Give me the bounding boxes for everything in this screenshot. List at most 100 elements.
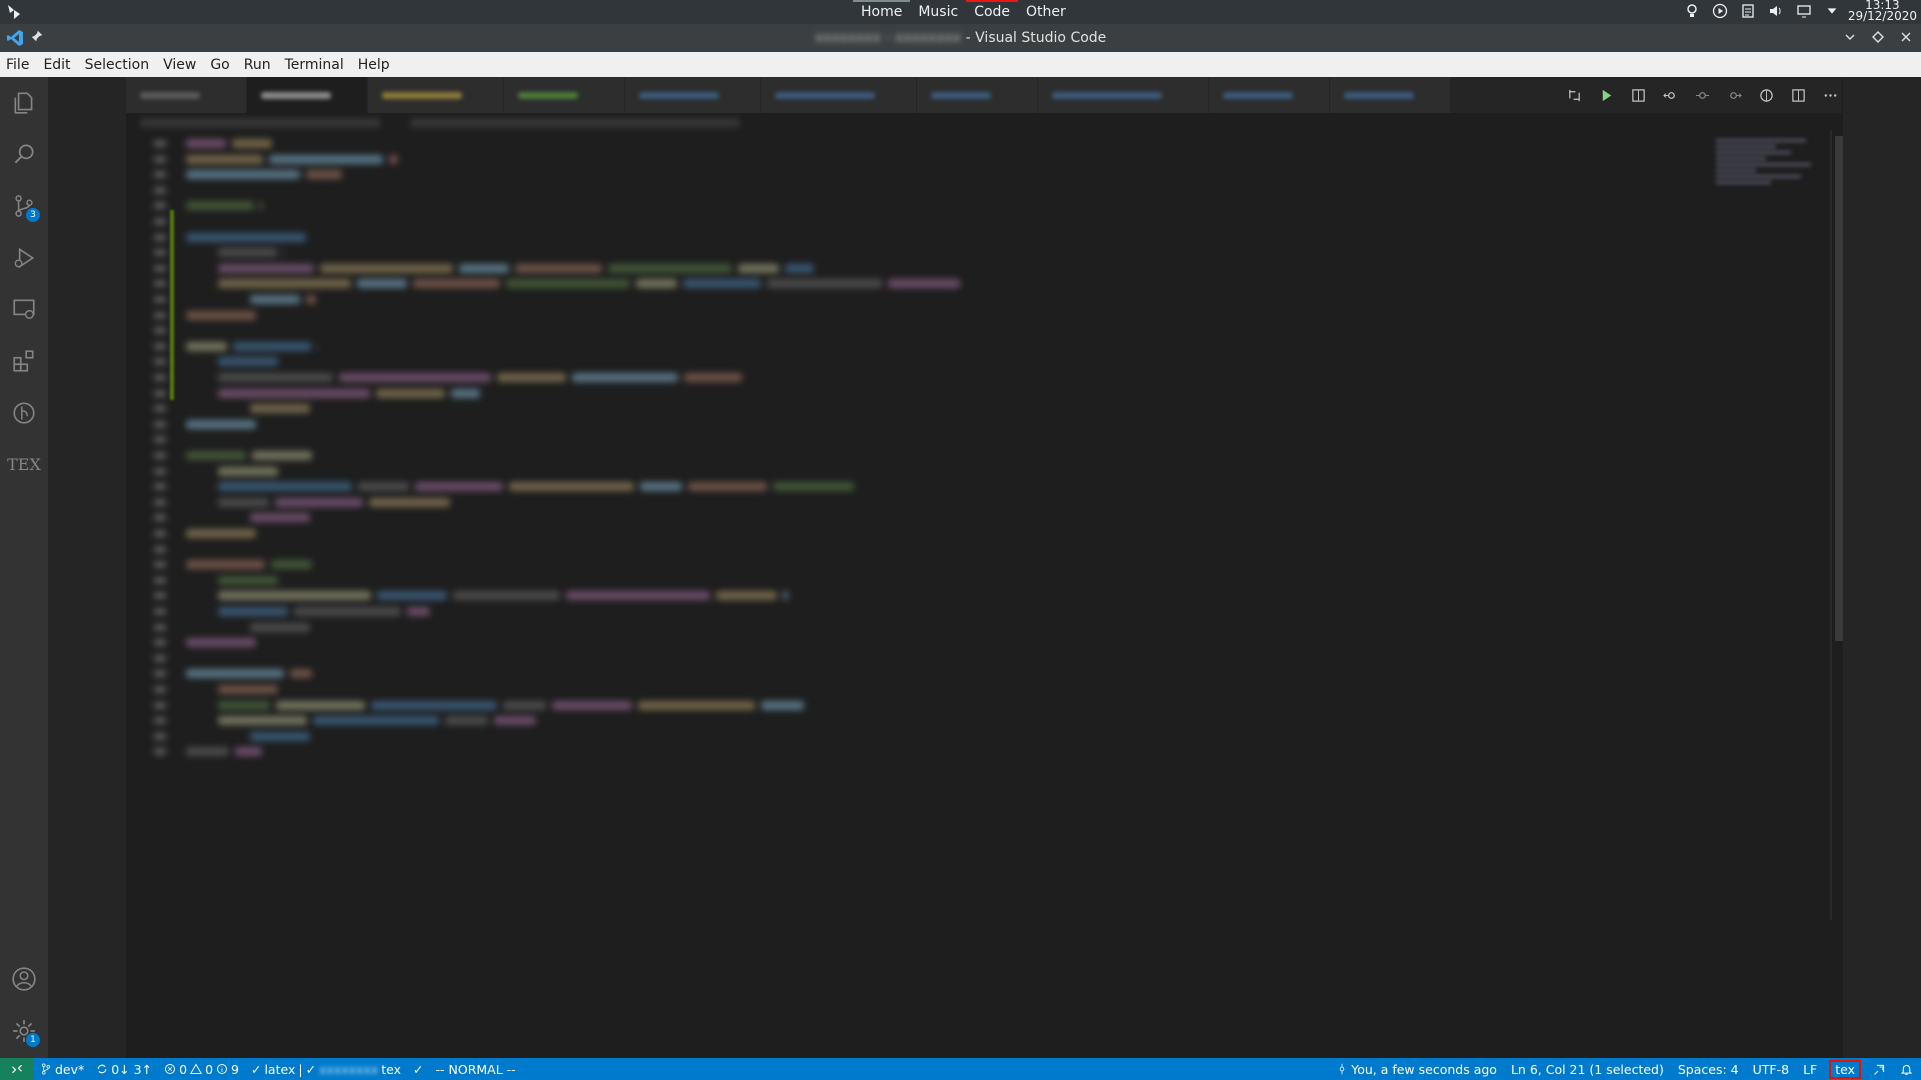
source-control-icon[interactable]: 3 xyxy=(0,182,48,230)
maximize-icon[interactable] xyxy=(1869,28,1887,46)
code-token xyxy=(218,357,278,367)
launcher-icon[interactable] xyxy=(4,2,24,22)
extensions-icon[interactable] xyxy=(0,337,48,385)
code-line xyxy=(126,464,1726,480)
code-token xyxy=(186,638,256,648)
breadcrumb-redacted[interactable] xyxy=(140,118,740,128)
branch-name: dev* xyxy=(55,1061,85,1077)
remote-indicator[interactable] xyxy=(0,1058,34,1080)
code-token xyxy=(306,295,316,304)
line-number xyxy=(154,623,166,631)
settings-gear-icon[interactable]: 1 xyxy=(0,1007,48,1055)
git-blame-status[interactable]: You, a few seconds ago xyxy=(1336,1062,1497,1077)
code-token xyxy=(186,310,256,320)
editor-tab[interactable] xyxy=(1330,77,1451,113)
minimize-icon[interactable] xyxy=(1841,28,1859,46)
indentation[interactable]: Spaces: 4 xyxy=(1678,1062,1739,1077)
editor-tab[interactable] xyxy=(1209,77,1330,113)
editor-tab-active[interactable] xyxy=(247,77,368,113)
menu-edit[interactable]: Edit xyxy=(36,57,77,73)
next-change-icon[interactable] xyxy=(1723,84,1745,106)
clipboard-icon[interactable] xyxy=(1739,2,1757,20)
media-play-icon[interactable] xyxy=(1711,2,1729,20)
run-icon[interactable] xyxy=(1595,84,1617,106)
menu-view[interactable]: View xyxy=(156,57,203,73)
remote-explorer-icon[interactable] xyxy=(0,285,48,333)
menu-help[interactable]: Help xyxy=(351,57,397,73)
code-editor-redacted[interactable] xyxy=(126,136,1826,916)
code-token xyxy=(233,341,311,351)
code-line xyxy=(126,354,1726,370)
line-number xyxy=(154,498,166,506)
menu-go[interactable]: Go xyxy=(203,57,236,73)
notifications-bell-icon[interactable] xyxy=(1900,1063,1913,1076)
line-number xyxy=(154,171,166,179)
tex-icon[interactable]: TEX xyxy=(0,440,48,488)
window-title-filename-redacted: xxxxxxxx - xxxxxxxx xyxy=(814,30,962,46)
code-token xyxy=(413,279,500,289)
preview-icon[interactable] xyxy=(1627,84,1649,106)
branch-status[interactable]: dev* xyxy=(40,1062,84,1077)
clock[interactable]: 13:13 29/12/2020 xyxy=(1848,0,1917,22)
commit-icon[interactable] xyxy=(1691,84,1713,106)
code-line xyxy=(126,713,1726,729)
lightbulb-icon[interactable] xyxy=(1683,2,1701,20)
previous-change-icon[interactable] xyxy=(1659,84,1681,106)
sync-status[interactable]: 0↓ 3↑ xyxy=(96,1062,152,1077)
vertical-scrollbar[interactable] xyxy=(1835,136,1843,641)
code-token xyxy=(269,154,383,164)
volume-icon[interactable] xyxy=(1767,2,1785,20)
latex-label: latex xyxy=(264,1061,296,1077)
menu-file[interactable]: File xyxy=(0,57,36,73)
feedback-icon[interactable] xyxy=(1873,1063,1886,1076)
git-graph-icon[interactable] xyxy=(0,389,48,437)
editor-tab[interactable] xyxy=(625,77,761,113)
window-title-app: - Visual Studio Code xyxy=(961,30,1107,46)
menu-selection[interactable]: Selection xyxy=(78,57,157,73)
compile-check[interactable]: ✓ xyxy=(413,1062,423,1077)
editor-tab[interactable] xyxy=(1038,77,1209,113)
run-debug-icon[interactable] xyxy=(0,234,48,282)
split-editor-icon[interactable] xyxy=(1787,84,1809,106)
timeline-icon[interactable] xyxy=(1755,84,1777,106)
expand-tray-icon[interactable] xyxy=(1823,2,1841,20)
code-token xyxy=(783,591,788,601)
tab-other[interactable]: Other xyxy=(1018,0,1074,24)
latex-status[interactable]: ✓ latex | ✓ xxxxxxxx tex xyxy=(251,1062,401,1077)
more-actions-icon[interactable] xyxy=(1819,84,1841,106)
code-line xyxy=(126,729,1726,745)
menu-terminal[interactable]: Terminal xyxy=(278,57,351,73)
open-changes-icon[interactable] xyxy=(1563,84,1585,106)
tab-music[interactable]: Music xyxy=(910,0,966,24)
code-token xyxy=(186,529,256,538)
explorer-icon[interactable] xyxy=(0,79,48,127)
editor-tab[interactable] xyxy=(504,77,625,113)
search-icon[interactable] xyxy=(0,130,48,178)
problems-status[interactable]: 0 0 9 xyxy=(164,1062,239,1077)
editor-tab[interactable] xyxy=(368,77,504,113)
editor-ruler xyxy=(1830,130,1832,920)
code-token xyxy=(509,482,634,492)
code-token xyxy=(218,388,370,398)
code-line xyxy=(126,167,1726,183)
close-icon[interactable] xyxy=(1897,28,1915,46)
code-line xyxy=(126,682,1726,698)
code-line xyxy=(126,620,1726,636)
tab-code[interactable]: Code xyxy=(966,0,1018,24)
cursor-position[interactable]: Ln 6, Col 21 (1 selected) xyxy=(1511,1062,1664,1077)
end-of-line[interactable]: LF xyxy=(1803,1062,1817,1077)
code-line xyxy=(126,214,1726,230)
editor-tab[interactable] xyxy=(917,77,1038,113)
editor-tab[interactable] xyxy=(126,77,247,113)
editor-tab[interactable] xyxy=(761,77,917,113)
account-icon[interactable] xyxy=(0,955,48,1003)
code-token xyxy=(218,685,278,694)
minimap[interactable] xyxy=(1716,136,1826,216)
language-mode[interactable]: tex xyxy=(1829,1059,1861,1079)
display-icon[interactable] xyxy=(1795,2,1813,20)
code-token xyxy=(761,700,804,710)
tab-home[interactable]: Home xyxy=(853,0,911,24)
menu-run[interactable]: Run xyxy=(237,57,278,73)
encoding[interactable]: UTF-8 xyxy=(1753,1062,1789,1077)
line-number xyxy=(154,140,166,147)
